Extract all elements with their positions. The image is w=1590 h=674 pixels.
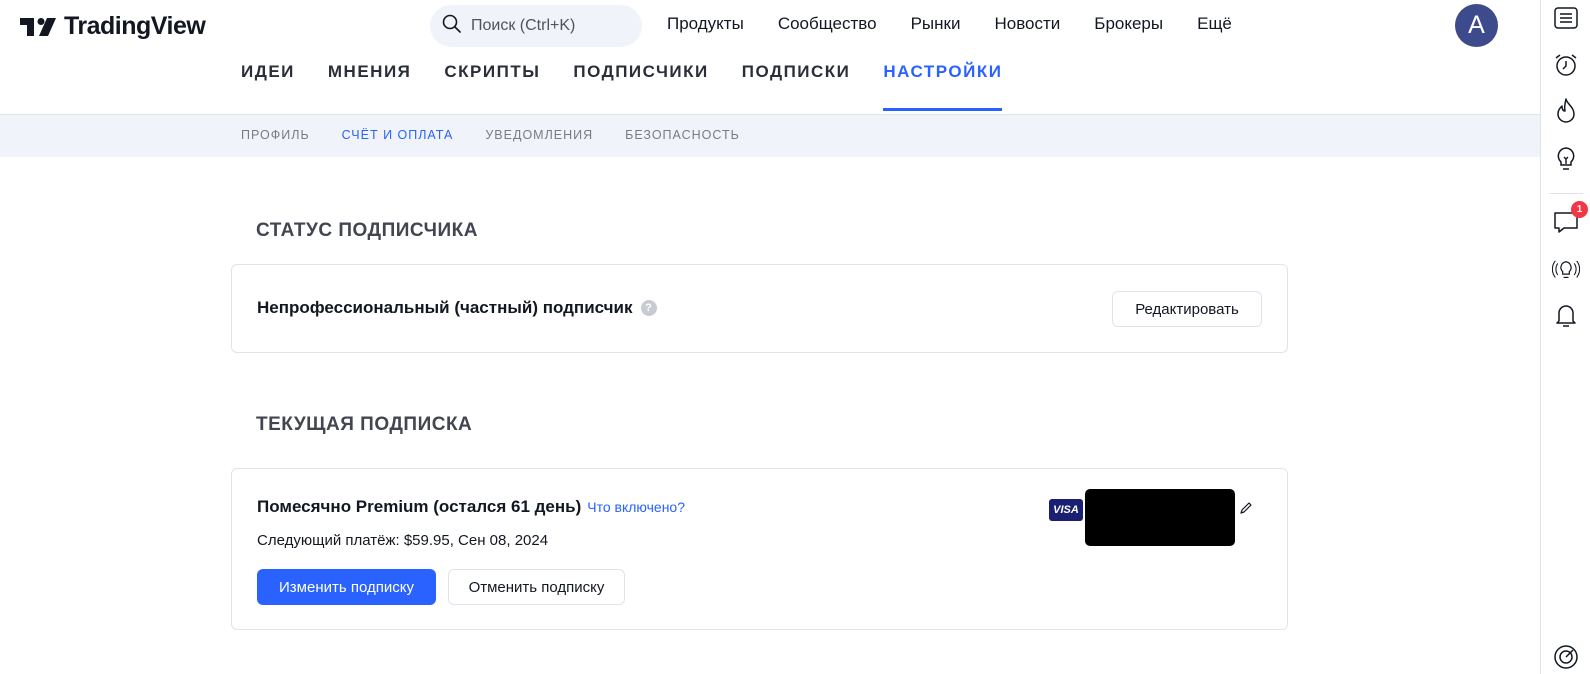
ideas-lightbulb-icon[interactable] xyxy=(1552,145,1580,173)
profile-tabs: ИДЕИ МНЕНИЯ СКРИПТЫ ПОДПИСЧИКИ ПОДПИСКИ … xyxy=(241,62,1003,111)
tab-settings[interactable]: НАСТРОЙКИ xyxy=(883,62,1003,111)
cancel-subscription-button[interactable]: Отменить подписку xyxy=(448,569,625,605)
visa-card-icon: VISA xyxy=(1049,499,1083,521)
redacted-card-number xyxy=(1085,489,1235,546)
whats-included-link[interactable]: Что включено? xyxy=(587,499,685,515)
hot-flame-icon[interactable] xyxy=(1552,97,1580,125)
tab-followers[interactable]: ПОДПИСЧИКИ xyxy=(573,62,708,111)
sidebar-separator xyxy=(1549,193,1583,194)
subtab-security[interactable]: БЕЗОПАСНОСТЬ xyxy=(625,128,740,142)
target-icon[interactable] xyxy=(1552,643,1580,671)
nav-markets[interactable]: Рынки xyxy=(911,14,961,34)
right-sidebar: 1 xyxy=(1540,0,1590,674)
tab-ideas[interactable]: ИДЕИ xyxy=(241,62,295,111)
user-avatar[interactable]: A xyxy=(1455,4,1498,47)
current-subscription-card: Помесячно Premium (остался 61 день) Что … xyxy=(231,468,1288,630)
nav-brokers[interactable]: Брокеры xyxy=(1094,14,1163,34)
pencil-icon[interactable] xyxy=(1239,501,1253,520)
nav-community[interactable]: Сообщество xyxy=(778,14,877,34)
nav-products[interactable]: Продукты xyxy=(667,14,744,34)
current-subscription-title: ТЕКУЩАЯ ПОДПИСКА xyxy=(256,414,473,435)
search-icon xyxy=(442,14,462,39)
subtab-notifications[interactable]: УВЕДОМЛЕНИЯ xyxy=(485,128,593,142)
alarm-clock-icon[interactable] xyxy=(1552,51,1580,79)
search-input[interactable]: Поиск (Ctrl+K) xyxy=(430,5,642,47)
watchlist-icon[interactable] xyxy=(1552,4,1580,32)
chat-icon[interactable]: 1 xyxy=(1552,201,1588,236)
search-placeholder: Поиск (Ctrl+K) xyxy=(471,17,576,34)
tab-following[interactable]: ПОДПИСКИ xyxy=(742,62,851,111)
top-header: TradingView Поиск (Ctrl+K) Продукты Сооб… xyxy=(0,0,1540,52)
next-payment-text: Следующий платёж: $59.95, Сен 08, 2024 xyxy=(257,532,549,549)
subtab-profile[interactable]: ПРОФИЛЬ xyxy=(241,128,310,142)
nav-news[interactable]: Новости xyxy=(994,14,1060,34)
change-subscription-button[interactable]: Изменить подписку xyxy=(257,569,436,605)
main-nav: Продукты Сообщество Рынки Новости Брокер… xyxy=(667,14,1232,34)
subtab-billing[interactable]: СЧЁТ И ОПЛАТА xyxy=(342,128,454,142)
settings-subnav: ПРОФИЛЬ СЧЁТ И ОПЛАТА УВЕДОМЛЕНИЯ БЕЗОПА… xyxy=(0,115,1540,157)
subscriber-status-card: Непрофессиональный (частный) подписчик ?… xyxy=(231,264,1288,353)
brand-name: TradingView xyxy=(64,12,206,40)
notification-badge: 1 xyxy=(1571,201,1588,218)
nav-more[interactable]: Ещё xyxy=(1197,14,1232,34)
tradingview-logo-icon xyxy=(20,16,58,38)
help-icon[interactable]: ? xyxy=(640,300,657,316)
edit-status-button[interactable]: Редактировать xyxy=(1112,291,1262,327)
plan-name: Помесячно Premium (остался 61 день) xyxy=(257,497,582,516)
subscriber-status-title: СТАТУС ПОДПИСЧИКА xyxy=(256,220,478,241)
tab-opinions[interactable]: МНЕНИЯ xyxy=(328,62,412,111)
tradingview-logo[interactable]: TradingView xyxy=(20,12,206,41)
bell-icon[interactable] xyxy=(1552,301,1580,329)
tab-scripts[interactable]: СКРИПТЫ xyxy=(444,62,540,111)
streams-icon[interactable] xyxy=(1552,256,1580,284)
subscriber-status-text: Непрофессиональный (частный) подписчик xyxy=(257,298,633,317)
